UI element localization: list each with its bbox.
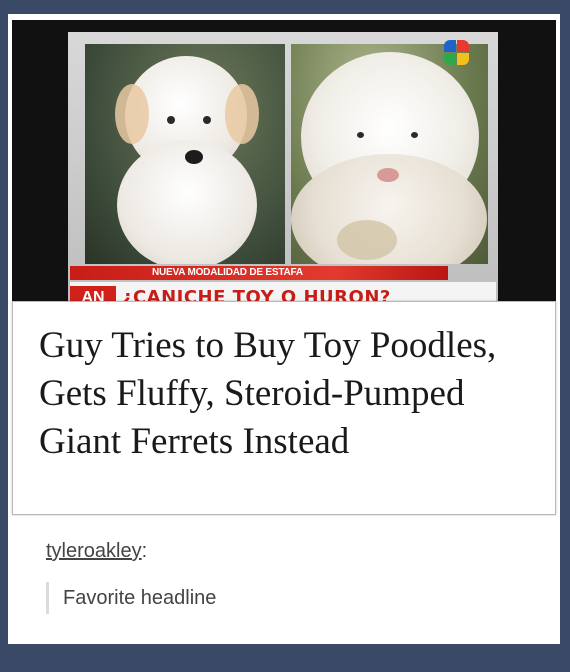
reblog-username-link[interactable]: tyleroakley [46, 540, 142, 562]
reblog-caption: tyleroakley: Favorite headline [46, 538, 526, 614]
headline-box: Guy Tries to Buy Toy Poodles, Gets Fluff… [12, 301, 556, 515]
article-headline: Guy Tries to Buy Toy Poodles, Gets Fluff… [39, 325, 497, 462]
channel-logo-icon [444, 40, 470, 66]
ferret-photo [291, 44, 488, 264]
username-separator: : [141, 540, 148, 562]
poodle-photo [85, 44, 285, 264]
news-strap-caption: NUEVA MODALIDAD DE ESTAFA [70, 266, 448, 280]
tumblr-post: NUEVA MODALIDAD DE ESTAFA AN ¿CANICHE TO… [8, 14, 560, 644]
reblog-comment: Favorite headline [46, 582, 526, 614]
news-screenshot: NUEVA MODALIDAD DE ESTAFA AN ¿CANICHE TO… [12, 20, 556, 314]
